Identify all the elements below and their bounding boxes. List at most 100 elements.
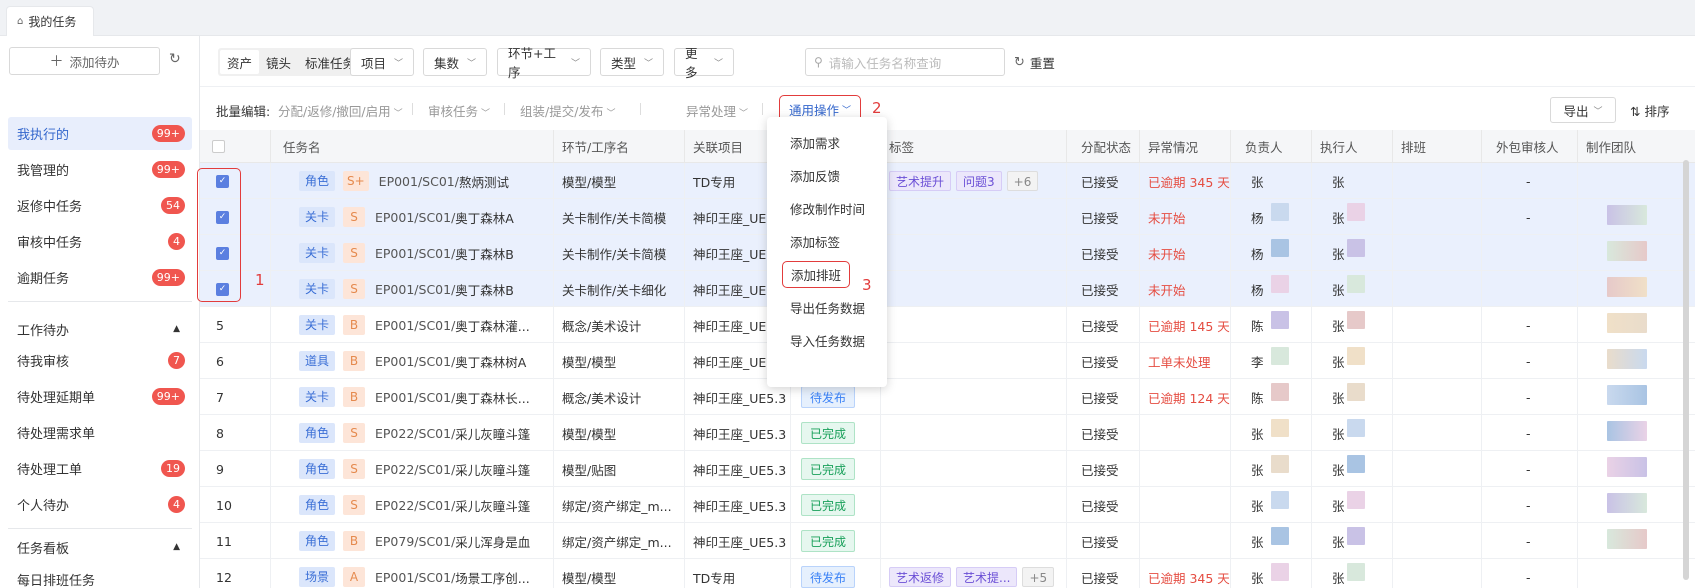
batch-assign-dropdown[interactable]: 分配/返修/撤回/启用 ﹀ bbox=[278, 101, 403, 120]
sidebar-group-work-todo[interactable]: 工作待办 ▲ bbox=[8, 314, 192, 344]
sidebar-item[interactable]: 返修中任务 54 bbox=[8, 189, 192, 222]
episode-path: EP001/SC01/ bbox=[375, 389, 456, 405]
sidebar-group-task-board[interactable]: 任务看板 ▲ bbox=[8, 532, 192, 562]
blurred-avatar bbox=[1271, 383, 1289, 401]
sidebar-item[interactable]: 审核中任务 4 bbox=[8, 225, 192, 258]
label-tag[interactable]: 艺术提... bbox=[956, 567, 1018, 587]
sidebar-item[interactable]: 我执行的 99+ bbox=[8, 117, 192, 150]
th-outsource-reviewer[interactable]: 外包审核人 bbox=[1481, 130, 1577, 163]
task-name: 采儿灰瞳斗篷 bbox=[455, 498, 531, 514]
vertical-scrollbar[interactable] bbox=[1683, 160, 1689, 580]
outsource-reviewer-cell: - bbox=[1481, 199, 1577, 235]
more-tags-badge[interactable]: +5 bbox=[1022, 567, 1055, 587]
type-dropdown[interactable]: 类型 ﹀ bbox=[600, 48, 664, 76]
search-input[interactable]: ⚲ 请输入任务名称查询 bbox=[805, 48, 1005, 76]
menu-item[interactable]: 添加反馈 bbox=[767, 159, 887, 192]
sidebar: ＋ 添加待办 ↻ 我执行的 99+ 我管理的 99+ 返修中任务 54 审核中任务 4 逾期任务… bbox=[0, 36, 200, 588]
task-name-cell[interactable]: 角色 S EP022/SC01/采儿灰瞳斗篷 bbox=[270, 451, 553, 487]
exception-cell: 已逾期 345 天 bbox=[1139, 163, 1230, 199]
seg-asset[interactable]: 资产 bbox=[220, 50, 260, 74]
tags-cell bbox=[880, 451, 1066, 487]
task-name-cell[interactable]: 角色 S EP022/SC01/采儿灰瞳斗篷 bbox=[270, 487, 553, 523]
task-name-cell[interactable]: 关卡 B EP001/SC01/奥丁森林长... bbox=[270, 379, 553, 415]
collapse-triangle-icon[interactable]: ▲ bbox=[173, 324, 180, 334]
task-name-cell[interactable]: 关卡 S EP001/SC01/奥丁森林B bbox=[270, 271, 553, 307]
task-name-cell[interactable]: 关卡 B EP001/SC01/奥丁森林灌... bbox=[270, 307, 553, 343]
sidebar-item[interactable]: 每日排班任务 bbox=[8, 563, 192, 588]
sidebar-item[interactable]: 待处理工单 19 bbox=[8, 452, 192, 485]
table-row[interactable]: ✓ 角色 S+ EP001/SC01/熬炳测试 模型/模型 TD专用 艺术提升 问题3 +6 已接… bbox=[200, 163, 1695, 199]
table-row[interactable]: 8 角色 S EP022/SC01/采儿灰瞳斗篷 模型/模型 神印王座_UE5.3 已完成 已… bbox=[200, 415, 1695, 451]
menu-item[interactable]: 导入任务数据 bbox=[767, 324, 887, 357]
table-row[interactable]: 5 关卡 B EP001/SC01/奥丁森林灌... 概念/美术设计 神印王座_UE5 已接… bbox=[200, 307, 1695, 343]
episode-path: EP001/SC01/ bbox=[375, 245, 456, 261]
step-dropdown[interactable]: 环节+工序 ﹀ bbox=[497, 46, 591, 80]
table-row[interactable]: 11 角色 B EP079/SC01/采儿浑身是血 绑定/资产绑定_m... 神印王座_U… bbox=[200, 523, 1695, 559]
table-row[interactable]: 9 角色 S EP022/SC01/采儿灰瞳斗篷 模型/贴图 神印王座_UE5.3 已完成 已… bbox=[200, 451, 1695, 487]
th-assign-status[interactable]: 分配状态 bbox=[1066, 130, 1139, 163]
menu-item[interactable]: 添加需求 bbox=[767, 126, 887, 159]
seg-shot[interactable]: 镜头 bbox=[259, 50, 298, 74]
task-name-cell[interactable]: 关卡 S EP001/SC01/奥丁森林A bbox=[270, 199, 553, 235]
task-name-cell[interactable]: 道具 B EP001/SC01/奥丁森林树A bbox=[270, 343, 553, 379]
add-todo-button[interactable]: ＋ 添加待办 bbox=[9, 47, 160, 75]
task-name-cell[interactable]: 角色 S+ EP001/SC01/熬炳测试 bbox=[270, 163, 553, 199]
table-row[interactable]: ✓ 关卡 S EP001/SC01/奥丁森林A 关卡制作/关卡简模 神印王座_UE5 已接受… bbox=[200, 199, 1695, 235]
th-step[interactable]: 环节/工序名 bbox=[553, 130, 684, 163]
menu-item[interactable]: 导出任务数据 bbox=[767, 291, 887, 324]
task-name-cell[interactable]: 角色 S EP022/SC01/采儿灰瞳斗篷 bbox=[270, 415, 553, 451]
schedule-cell bbox=[1392, 451, 1481, 487]
th-schedule[interactable]: 排班 bbox=[1392, 130, 1481, 163]
label-tag[interactable]: 艺术返修 bbox=[889, 567, 952, 587]
batch-exception-dropdown[interactable]: 异常处理 ﹀ bbox=[686, 101, 748, 120]
sidebar-item[interactable]: 待我审核 7 bbox=[8, 344, 192, 377]
tab-my-tasks[interactable]: ⌂ 我的任务 bbox=[6, 6, 94, 36]
table-row[interactable]: 12 场景 A EP001/SC01/场景工序创... 模型/模型 TD专用 待发布 艺术返修… bbox=[200, 559, 1695, 588]
task-name-cell[interactable]: 角色 B EP079/SC01/采儿浑身是血 bbox=[270, 523, 553, 559]
outsource-reviewer-cell: - bbox=[1481, 415, 1577, 451]
sort-button[interactable]: ⇅ 排序 bbox=[1630, 101, 1669, 120]
th-executor[interactable]: 执行人 bbox=[1311, 130, 1392, 163]
task-name-cell[interactable]: 关卡 S EP001/SC01/奥丁森林B bbox=[270, 235, 553, 271]
menu-item[interactable]: 修改制作时间 bbox=[767, 192, 887, 225]
menu-item[interactable]: 添加标签 bbox=[767, 225, 887, 258]
label-tag[interactable]: 艺术提升 bbox=[889, 171, 952, 191]
table-row[interactable]: 6 道具 B EP001/SC01/奥丁森林树A 模型/模型 神印王座_UE5 已接受 工单未… bbox=[200, 343, 1695, 379]
sidebar-item[interactable]: 逾期任务 99+ bbox=[8, 261, 192, 294]
assign-status-cell: 已接受 bbox=[1066, 199, 1139, 235]
table-row[interactable]: 10 角色 S EP022/SC01/采儿灰瞳斗篷 绑定/资产绑定_m... 神印王座_U… bbox=[200, 487, 1695, 523]
reset-button[interactable]: ↻ 重置 bbox=[1014, 48, 1055, 76]
batch-assemble-dropdown[interactable]: 组装/提交/发布 ﹀ bbox=[520, 101, 615, 120]
th-production-team[interactable]: 制作团队 bbox=[1577, 130, 1695, 163]
export-button[interactable]: 导出 ﹀ bbox=[1550, 97, 1616, 123]
th-task-name[interactable]: 任务名 bbox=[270, 130, 553, 163]
table-row[interactable]: ✓ 关卡 S EP001/SC01/奥丁森林B 关卡制作/关卡简模 神印王座_UE5 已接受… bbox=[200, 235, 1695, 271]
sidebar-item[interactable]: 待处理需求单 bbox=[8, 416, 192, 449]
sidebar-item[interactable]: 个人待办 4 bbox=[8, 488, 192, 521]
asset-type-tag: 角色 bbox=[299, 459, 335, 479]
collapse-triangle-icon[interactable]: ▲ bbox=[173, 542, 180, 552]
schedule-cell bbox=[1392, 523, 1481, 559]
more-dropdown[interactable]: 更多 ﹀ bbox=[674, 46, 734, 80]
exception-cell: 已逾期 124 天 bbox=[1139, 379, 1230, 415]
step-cell: 关卡制作/关卡简模 bbox=[553, 235, 684, 271]
table-header: 任务名 环节/工序名 关联项目 标签 分配状态 异常情况 负责人 执行人 排班 … bbox=[200, 130, 1695, 163]
row-number: 8 bbox=[216, 425, 224, 441]
episode-dropdown[interactable]: 集数 ﹀ bbox=[423, 48, 487, 76]
table-row[interactable]: 7 关卡 B EP001/SC01/奥丁森林长... 概念/美术设计 神印王座_UE5.3… bbox=[200, 379, 1695, 415]
task-name: 采儿浑身是血 bbox=[455, 534, 531, 550]
menu-item[interactable]: 添加排班 bbox=[782, 261, 850, 288]
refresh-icon[interactable]: ↻ bbox=[169, 51, 181, 67]
th-exception[interactable]: 异常情况 bbox=[1139, 130, 1230, 163]
th-tags[interactable]: 标签 bbox=[880, 130, 1066, 163]
table-row[interactable]: ✓ 关卡 S EP001/SC01/奥丁森林B 关卡制作/关卡细化 神印王座_UE5 已接受… bbox=[200, 271, 1695, 307]
project-dropdown[interactable]: 项目 ﹀ bbox=[350, 48, 414, 76]
task-name-cell[interactable]: 场景 A EP001/SC01/场景工序创... bbox=[270, 559, 553, 588]
more-tags-badge[interactable]: +6 bbox=[1006, 171, 1039, 191]
sidebar-item[interactable]: 待处理延期单 99+ bbox=[8, 380, 192, 413]
select-all-checkbox[interactable] bbox=[212, 140, 225, 153]
sidebar-item[interactable]: 我管理的 99+ bbox=[8, 153, 192, 186]
label-tag[interactable]: 问题3 bbox=[956, 171, 1002, 191]
th-owner[interactable]: 负责人 bbox=[1230, 130, 1311, 163]
batch-review-dropdown[interactable]: 审核任务 ﹀ bbox=[428, 101, 490, 120]
